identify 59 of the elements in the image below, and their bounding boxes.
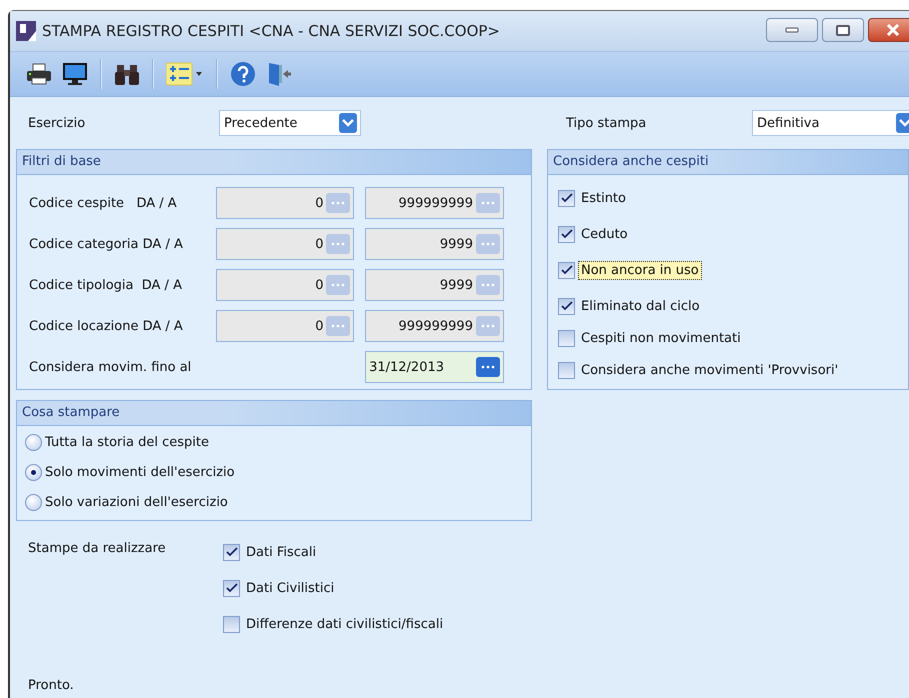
field-label: Considera movim. fino al <box>29 360 192 374</box>
minimize-icon <box>785 27 799 33</box>
checkbox-label[interactable]: Considera anche movimenti 'Provvisori' <box>578 360 842 380</box>
status-text: Pronto. <box>27 678 75 693</box>
field-label: Stampe da realizzare <box>28 541 167 558</box>
checkbox[interactable] <box>558 190 575 206</box>
radio-button[interactable] <box>25 434 42 450</box>
field-label: Codice tipologia DA / A <box>29 278 183 292</box>
maximize-button[interactable] <box>822 18 864 42</box>
esercizio-dropdown[interactable]: Precedente <box>219 110 361 136</box>
tipo-stampa-dropdown[interactable]: Definitiva <box>752 110 909 136</box>
checkbox-label[interactable]: Estinto <box>578 188 629 208</box>
field-label: Esercizio <box>28 116 86 130</box>
radio-label[interactable]: Solo movimenti dell'esercizio <box>45 464 235 480</box>
help-button[interactable] <box>228 59 258 89</box>
panel-header: Considera anche cespiti <box>548 150 908 175</box>
from-code-field[interactable]: 0 <box>216 228 354 260</box>
radio-label[interactable]: Tutta la storia del cespite <box>45 434 209 450</box>
dropdown-arrow-icon <box>896 113 909 133</box>
panel-header: Filtri di base <box>17 150 531 175</box>
checkbox-label[interactable]: Eliminato dal ciclo <box>578 296 703 316</box>
close-icon <box>886 24 900 36</box>
to-code-field[interactable]: 999999999 <box>365 187 504 219</box>
monitor-button[interactable] <box>60 60 90 88</box>
checkbox-label[interactable]: Differenze dati civilistici/fiscali <box>243 614 446 634</box>
checkbox[interactable] <box>223 580 240 596</box>
checkbox-label[interactable]: Dati Fiscali <box>243 542 320 562</box>
checkbox[interactable] <box>558 330 575 346</box>
radio-label[interactable]: Solo variazioni dell'esercizio <box>45 494 228 510</box>
checkbox[interactable] <box>558 362 575 378</box>
panel-header: Cosa stampare <box>17 401 531 426</box>
from-code-field[interactable]: 0 <box>216 310 354 342</box>
maximize-icon <box>836 24 850 36</box>
minimize-button[interactable] <box>766 18 818 42</box>
field-label: Codice locazione DA / A <box>29 318 184 334</box>
checkbox[interactable] <box>558 226 575 242</box>
checkbox-label[interactable]: Cespiti non movimentati <box>578 328 744 348</box>
radio-button[interactable] <box>25 464 42 480</box>
field-label: Tipo stampa <box>566 116 648 130</box>
close-button[interactable] <box>868 18 909 42</box>
to-code-field[interactable]: 9999 <box>365 269 504 301</box>
checkbox[interactable] <box>223 616 240 632</box>
app-logo-icon <box>16 21 36 41</box>
to-code-field[interactable]: 999999999 <box>365 310 504 342</box>
date-field[interactable]: 31/12/2013 <box>365 351 504 383</box>
checkbox[interactable] <box>558 298 575 314</box>
checkbox-label[interactable]: Dati Civilistici <box>243 578 338 598</box>
radio-button[interactable] <box>25 494 42 510</box>
field-label: Codice categoria DA / A <box>29 236 184 252</box>
calendar-picker-icon[interactable] <box>476 357 500 377</box>
window-title: STAMPA REGISTRO CESPITI <CNA - CNA SERVIZI SOC.COOP> <box>42 22 500 40</box>
checkbox[interactable] <box>558 262 575 278</box>
checkbox-label[interactable]: Ceduto <box>578 224 631 244</box>
field-label: Codice cespite DA / A <box>29 196 178 210</box>
checkbox-label[interactable]: Non ancora in uso <box>578 260 702 280</box>
from-code-field[interactable]: 0 <box>216 187 354 219</box>
from-code-field[interactable]: 0 <box>216 269 354 301</box>
checkbox[interactable] <box>223 544 240 560</box>
to-code-field[interactable]: 9999 <box>365 228 504 260</box>
